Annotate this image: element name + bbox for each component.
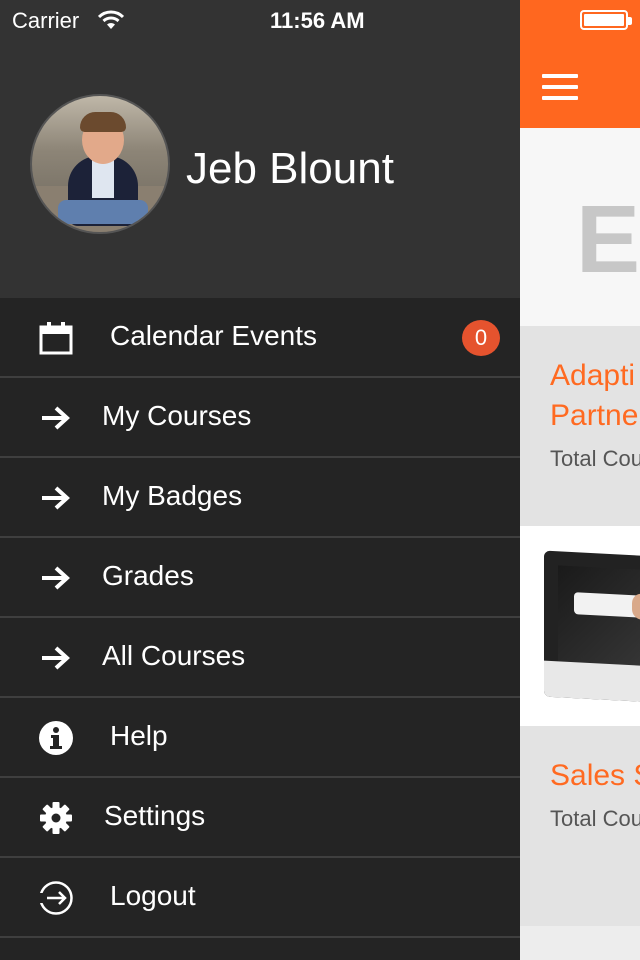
notification-badge: 0 (462, 320, 500, 356)
menu-item-label: Settings (104, 800, 206, 831)
profile-header: Jeb Blount (0, 0, 520, 298)
hamburger-menu-icon[interactable] (542, 74, 578, 100)
monitor-image (544, 550, 640, 704)
menu-item-label: Calendar Events (110, 320, 318, 351)
menu-item-label: Help (110, 720, 168, 751)
main-content: EC Adapti Partne Total Cou Sales S Total… (520, 0, 640, 960)
menu-item-label: My Badges (102, 480, 243, 511)
menu-item-settings[interactable]: Settings (0, 778, 520, 858)
course-image[interactable] (520, 526, 640, 726)
arrow-right-icon (38, 480, 74, 516)
menu-item-my-badges[interactable]: My Badges (0, 458, 520, 538)
course-title: Adapti (550, 359, 636, 392)
menu-item-label: All Courses (102, 640, 246, 671)
course-banner[interactable]: EC (520, 128, 640, 326)
drawer-menu: Calendar Events 0 My Courses My Badges G… (0, 298, 520, 938)
menu-item-label: Grades (102, 560, 194, 591)
side-drawer: Jeb Blount Calendar Events 0 My Courses (0, 0, 520, 960)
menu-item-label: Logout (110, 880, 196, 911)
banner-logo: EC (576, 186, 640, 293)
info-icon (38, 720, 74, 756)
menu-item-my-courses[interactable]: My Courses (0, 378, 520, 458)
calendar-icon (38, 320, 74, 356)
logout-icon (38, 880, 74, 916)
course-title: Sales S (550, 759, 640, 792)
avatar[interactable] (30, 94, 170, 234)
course-card[interactable]: Adapti Partne Total Cou (520, 326, 640, 526)
course-subtitle: Total Cou (550, 446, 640, 471)
profile-name: Jeb Blount (186, 144, 394, 193)
carrier-label: Carrier (12, 8, 80, 33)
course-title: Partne (550, 399, 639, 432)
menu-item-label: My Courses (102, 400, 252, 431)
course-subtitle: Total Cou (550, 806, 640, 831)
menu-item-help[interactable]: Help (0, 698, 520, 778)
arrow-right-icon (38, 400, 74, 436)
course-card[interactable]: Sales S Total Cou (520, 726, 640, 926)
gear-icon (38, 800, 74, 836)
status-bar: Carrier 11:56 AM (0, 0, 640, 40)
status-time: 11:56 AM (270, 8, 365, 33)
wifi-icon (97, 10, 125, 30)
menu-item-all-courses[interactable]: All Courses (0, 618, 520, 698)
menu-item-calendar-events[interactable]: Calendar Events 0 (0, 298, 520, 378)
arrow-right-icon (38, 640, 74, 676)
menu-item-logout[interactable]: Logout (0, 858, 520, 938)
menu-item-grades[interactable]: Grades (0, 538, 520, 618)
arrow-right-icon (38, 560, 74, 596)
